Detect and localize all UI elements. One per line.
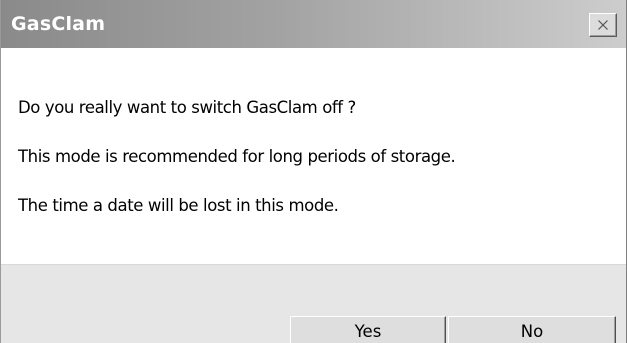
yes-button[interactable]: Yes xyxy=(290,316,446,343)
confirm-dialog: GasClam Do you really want to switch Gas… xyxy=(0,0,627,343)
close-button[interactable] xyxy=(589,13,617,37)
message-line-1: Do you really want to switch GasClam off… xyxy=(18,98,356,117)
no-button[interactable]: No xyxy=(448,316,616,343)
button-bar: Yes No xyxy=(1,264,626,343)
window-title: GasClam xyxy=(11,13,106,35)
message-line-2: This mode is recommended for long period… xyxy=(18,147,456,166)
title-bar[interactable]: GasClam xyxy=(1,0,626,48)
message-line-3: The time a date will be lost in this mod… xyxy=(18,196,339,215)
close-icon xyxy=(598,20,608,30)
message-area: Do you really want to switch GasClam off… xyxy=(1,48,626,264)
